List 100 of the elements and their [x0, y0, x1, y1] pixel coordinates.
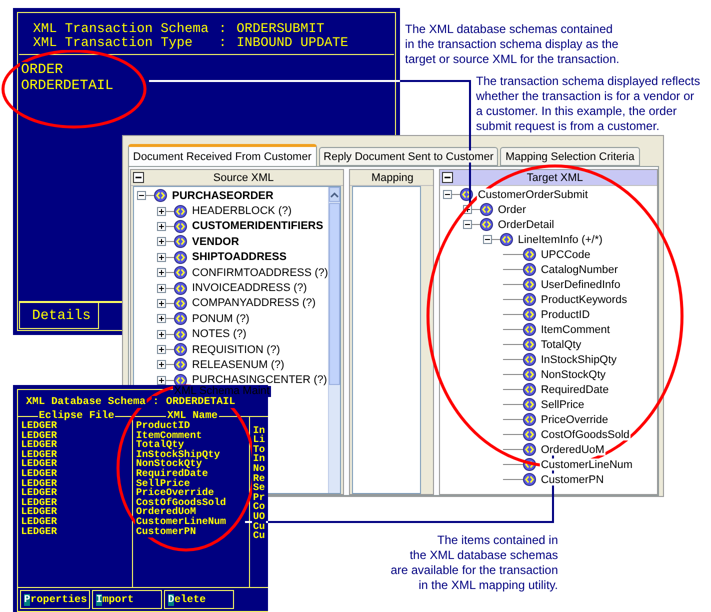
table-cell-text: No	[253, 464, 266, 475]
expander-toggle[interactable]	[157, 268, 166, 278]
field-separator: :	[152, 397, 160, 408]
tree-item[interactable]: OrderDetail	[498, 218, 554, 230]
tree-item[interactable]: TotalQty	[540, 338, 582, 350]
expander-toggle[interactable]	[157, 314, 166, 324]
expander-toggle[interactable]	[157, 330, 166, 339]
expander-toggle[interactable]	[157, 252, 166, 262]
expander-toggle[interactable]	[157, 206, 166, 216]
expander-toggle[interactable]	[462, 220, 472, 229]
tree-item[interactable]: PONUM (?)	[192, 312, 250, 325]
table-cell-text: LEDGER	[21, 450, 58, 460]
node-icon	[174, 204, 187, 218]
node-icon	[522, 338, 536, 351]
command-button[interactable]: Properties	[20, 590, 90, 609]
node-icon	[174, 374, 187, 387]
expander-toggle[interactable]	[157, 284, 166, 293]
node-icon	[174, 250, 187, 264]
tab[interactable]: Reply Document Sent to Customer	[318, 147, 498, 166]
command-button[interactable]: Import	[92, 590, 162, 609]
tree-item[interactable]: CatalogNumber	[540, 264, 618, 276]
tree-item[interactable]: INVOICEADDRESS (?)	[192, 282, 307, 294]
tree-item[interactable]: PURCHASEORDER	[172, 190, 274, 202]
tree-item[interactable]: ProductKeywords	[540, 294, 628, 306]
node-icon	[522, 308, 536, 321]
panel-title: Source XML	[212, 172, 275, 184]
collapse-icon[interactable]	[442, 172, 453, 183]
tree-item[interactable]: UPCCode	[540, 248, 590, 260]
table-cell-text: Pr	[253, 494, 266, 504]
expander-toggle[interactable]	[137, 191, 146, 200]
expander-toggle[interactable]	[157, 345, 166, 354]
tree-item[interactable]: CONFIRMTOADDRESS (?)	[192, 266, 328, 279]
tree-item[interactable]: CustomerPN	[540, 474, 604, 486]
table-cell-text: LEDGER	[21, 470, 58, 480]
node-icon	[174, 358, 187, 372]
tree-item[interactable]: ItemComment	[540, 324, 610, 336]
node-icon	[174, 328, 187, 341]
node-icon	[522, 398, 536, 411]
node-icon	[174, 235, 187, 248]
node-icon	[522, 353, 536, 366]
field-label: XML Transaction Type	[33, 36, 194, 50]
table-cell-text: ProductID	[136, 422, 190, 432]
panel-title: Mapping	[370, 172, 415, 184]
tree-item[interactable]: CustomerOrderSubmit	[478, 188, 588, 200]
tree-item[interactable]: LineItemInfo (+/*)	[518, 234, 603, 246]
table-cell-text: Re	[253, 474, 266, 484]
tree-item[interactable]: CUSTOMERIDENTIFIERS	[192, 220, 324, 232]
node-icon	[174, 343, 187, 356]
tab[interactable]: Mapping Selection Criteria	[500, 147, 640, 166]
node-icon	[522, 443, 536, 456]
tree-item[interactable]: Order	[498, 204, 526, 216]
node-icon	[174, 220, 187, 233]
table-cell-text: LEDGER	[21, 489, 58, 499]
tree-item[interactable]: NOTES (?)	[192, 328, 246, 340]
tree-item[interactable]: OrderedUoM	[540, 444, 604, 456]
tree-item[interactable]: ProductID	[540, 308, 590, 320]
tree-item[interactable]: InStockShipQty	[540, 354, 617, 366]
node-icon	[522, 248, 536, 261]
scrollbar[interactable]	[328, 187, 340, 493]
expander-toggle[interactable]	[157, 360, 166, 370]
table-cell-text: Co	[253, 503, 266, 513]
collapse-icon[interactable]	[133, 172, 144, 183]
tree-item[interactable]: UserDefinedInfo	[540, 278, 620, 290]
schema-item[interactable]: ORDER	[21, 62, 394, 78]
node-icon	[174, 266, 187, 280]
table-cell-text: OrderedUoM	[136, 508, 196, 518]
expander-toggle[interactable]	[157, 376, 166, 385]
tree-item[interactable]: RequiredDate	[540, 384, 609, 396]
tree-item[interactable]: VENDOR	[192, 236, 240, 248]
tab[interactable]: Document Received From Customer	[128, 144, 317, 166]
table-cell-text: TotalQty	[136, 441, 184, 451]
tree-item[interactable]: NonStockQty	[540, 368, 606, 380]
tree-item[interactable]: PriceOverride	[540, 414, 608, 426]
node-icon	[480, 218, 493, 231]
table-cell-text: CustomerLineNum	[136, 518, 228, 528]
tree-item[interactable]: PURCHASINGCENTER (?)	[192, 374, 328, 386]
field-separator: :	[218, 36, 227, 50]
field-label: XML Database Schema	[26, 397, 146, 408]
panel-title: Target XML	[526, 172, 584, 184]
details-button[interactable]: Details	[19, 303, 99, 329]
expander-toggle[interactable]	[442, 190, 452, 199]
node-icon	[500, 233, 513, 246]
expander-toggle[interactable]	[157, 237, 166, 246]
tree-item[interactable]: CostOfGoodsSold	[540, 428, 630, 440]
command-button[interactable]: Delete	[164, 590, 234, 609]
expander-toggle[interactable]	[157, 298, 166, 308]
expander-toggle[interactable]	[482, 235, 492, 244]
tree-item[interactable]: REQUISITION (?)	[192, 344, 280, 356]
mapping-list[interactable]	[352, 186, 421, 494]
scroll-up-icon[interactable]	[330, 192, 340, 198]
expander-toggle[interactable]	[157, 222, 166, 231]
tree-item[interactable]: COMPANYADDRESS (?)	[192, 297, 316, 310]
tree-item[interactable]: HEADERBLOCK (?)	[192, 205, 292, 218]
table-cell-text: LEDGER	[21, 518, 58, 528]
schema-item[interactable]: ORDERDETAIL	[21, 78, 394, 94]
tree-item[interactable]: SHIPTOADDRESS	[192, 251, 287, 264]
table-cell-text: RequiredDate	[136, 470, 210, 480]
tree-item[interactable]: SellPrice	[540, 398, 584, 410]
tree-item[interactable]: CustomerLineNum	[540, 458, 633, 470]
tree-item[interactable]: RELEASENUM (?)	[192, 358, 284, 371]
